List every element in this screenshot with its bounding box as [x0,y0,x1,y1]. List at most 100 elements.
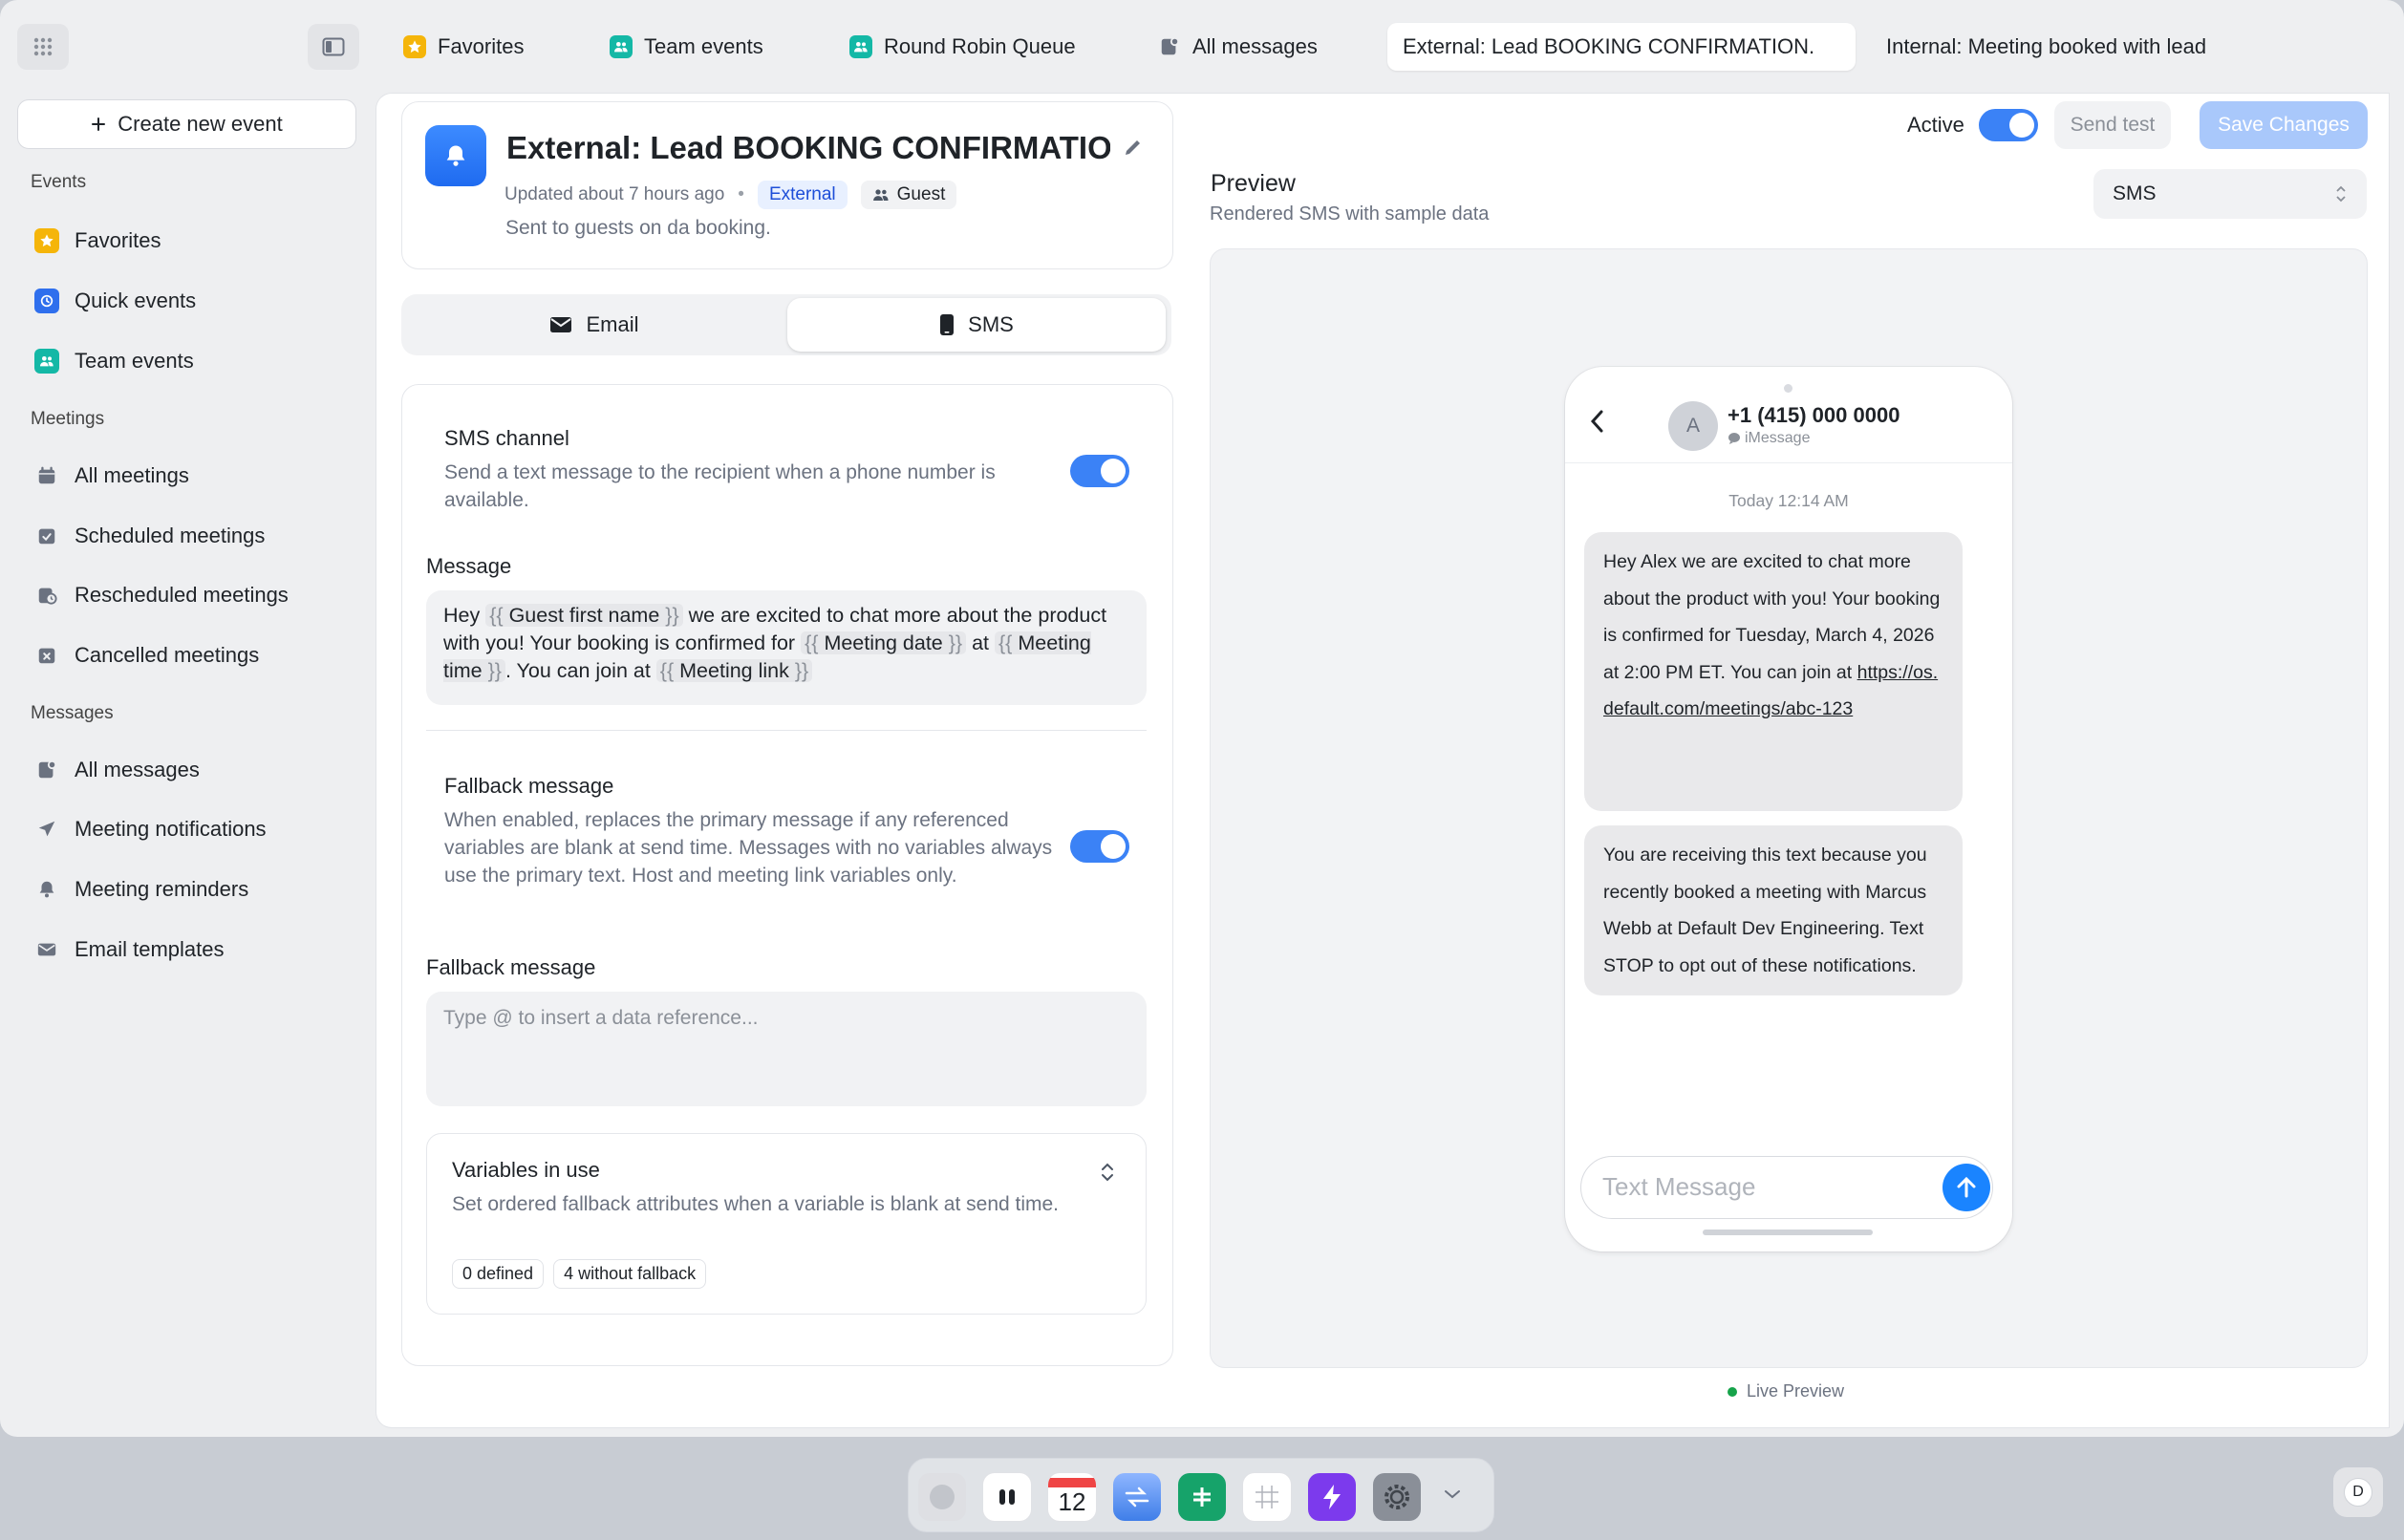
sidebar-item-label: Cancelled meetings [75,643,260,667]
quick-clock-icon [34,289,59,313]
numbers-icon[interactable] [1178,1473,1226,1521]
sidebar-item-all-messages[interactable]: All messages [34,751,200,789]
tab-label: Team events [644,34,763,58]
sidebar-item-meeting-reminders[interactable]: Meeting reminders [34,870,248,909]
tab-label: External: Lead BOOKING CONFIRMATION. [1403,34,1815,58]
page-title: External: Lead BOOKING CONFIRMATION [506,130,1110,165]
fallback-toggle-title: Fallback message [444,774,614,798]
variable-name: Meeting link [679,659,789,682]
sidebar-item-quick-events[interactable]: Quick events [34,282,196,320]
tab-favorites[interactable]: Favorites [388,23,539,71]
select-value: SMS [2113,182,2157,204]
tab-sms[interactable]: SMS [787,298,1166,352]
apps-grid-button[interactable] [17,24,69,70]
grid-icon [33,37,53,56]
settings-gear-icon[interactable] [1373,1473,1421,1521]
tab-all-messages[interactable]: All messages [1143,23,1333,71]
variable-token[interactable]: {{ Guest first name }} [485,604,683,627]
chevron-down-icon[interactable] [1440,1484,1465,1508]
updated-text: Updated about 7 hours ago [504,184,725,204]
sms-channel-description: Send a text message to the recipient whe… [444,461,996,511]
variable-token[interactable]: {{ Meeting date }} [801,631,967,654]
calendar-app-icon[interactable]: 12 [1048,1473,1096,1521]
section-label-events: Events [31,172,87,192]
section-label-messages: Messages [31,703,114,723]
sms-channel-toggle[interactable] [1070,455,1129,487]
message-input[interactable]: Text Message [1580,1156,1993,1219]
variable-chips: 0 defined 4 without fallback [452,1259,716,1289]
user-menu-button[interactable]: D [2333,1467,2383,1517]
people-icon [872,189,889,201]
avatar: A [1668,401,1718,451]
fallback-toggle[interactable] [1070,830,1129,863]
expand-collapse-icon[interactable] [1099,1162,1116,1187]
plus-icon [92,118,106,131]
send-test-button[interactable]: Send test [2054,101,2171,149]
message-label: Message [426,554,512,578]
transfer-icon[interactable] [1113,1473,1161,1521]
sidebar-item-label: Meeting reminders [75,877,249,901]
send-button[interactable] [1943,1164,1990,1211]
home-indicator [1703,1230,1873,1235]
sidebar-icon [322,37,345,56]
star-icon [34,228,59,253]
tab-label: All messages [1192,34,1318,58]
guest-badge-label: Guest [896,184,946,204]
dock: 12 [908,1458,1494,1532]
message-description: Sent to guests on da booking. [505,217,771,239]
sms-bubble-footer: You are receiving this text because you … [1584,825,1963,995]
tab-internal-meeting-booked[interactable]: Internal: Meeting booked with lead [1871,23,2222,71]
sidebar-item-scheduled-meetings[interactable]: Scheduled meetings [34,517,265,555]
grid-sheet-icon[interactable] [1243,1473,1291,1521]
star-icon [403,35,426,58]
chevron-updown-icon [2336,185,2346,203]
bolt-icon[interactable] [1308,1473,1356,1521]
pause-icon[interactable] [983,1473,1031,1521]
fallback-description: When enabled, replaces the primary messa… [444,809,1053,887]
sidebar-item-team-events[interactable]: Team events [34,342,194,380]
sidebar-item-email-templates[interactable]: Email templates [34,930,225,969]
sidebar-item-label: Quick events [75,289,197,312]
back-chevron-icon[interactable] [1588,407,1607,440]
sidebar-item-label: Meeting notifications [75,817,267,841]
tab-round-robin-queue[interactable]: Round Robin Queue [834,23,1091,71]
edit-title-button[interactable] [1122,136,1145,163]
finder-icon[interactable] [918,1473,966,1521]
active-label: Active [1907,113,1964,137]
tab-external-lead-booking[interactable]: External: Lead BOOKING CONFIRMATION. [1387,23,1856,71]
sidebar-item-all-meetings[interactable]: All meetings [34,457,189,495]
section-label-meetings: Meetings [31,409,105,429]
fallback-message-input[interactable]: Type @ to insert a data reference... [426,992,1147,1106]
calendar-day: 12 [1058,1487,1086,1516]
sidebar-item-favorites[interactable]: Favorites [34,222,161,260]
guest-badge: Guest [860,181,957,209]
toggle-sidebar-button[interactable] [308,24,359,70]
team-icon [34,349,59,374]
preview-channel-select[interactable]: SMS [2093,169,2367,219]
message-text: at [966,631,995,654]
tab-team-events[interactable]: Team events [594,23,779,71]
active-toggle[interactable] [1979,109,2038,141]
tab-label: Round Robin Queue [884,34,1076,58]
save-changes-button[interactable]: Save Changes [2200,101,2368,149]
sidebar-item-label: Email templates [75,937,225,961]
sidebar-item-label: Scheduled meetings [75,524,266,547]
tab-label: Favorites [438,34,525,58]
sidebar-item-meeting-notifications[interactable]: Meeting notifications [34,810,267,848]
sidebar-item-rescheduled-meetings[interactable]: Rescheduled meetings [34,576,289,614]
create-new-event-button[interactable]: Create new event [17,99,356,149]
message-editor[interactable]: Hey {{ Guest first name }} we are excite… [426,590,1147,705]
phone-mockup: A +1 (415) 000 0000 iMessage Today 12:14… [1565,367,2012,1251]
bell-icon [34,877,59,902]
message-timestamp: Today 12:14 AM [1728,491,1849,510]
tab-email[interactable]: Email [405,298,783,352]
sms-bubble-primary: Hey Alex we are excited to chat more abo… [1584,532,1963,811]
dot-separator: • [738,184,744,204]
live-preview-label: Live Preview [1747,1381,1845,1401]
bell-icon [425,125,486,186]
divider [426,730,1147,731]
calendar-icon [34,463,59,488]
sidebar-item-cancelled-meetings[interactable]: Cancelled meetings [34,636,259,674]
messages-icon [34,758,59,782]
variable-token[interactable]: {{ Meeting link }} [655,659,813,682]
